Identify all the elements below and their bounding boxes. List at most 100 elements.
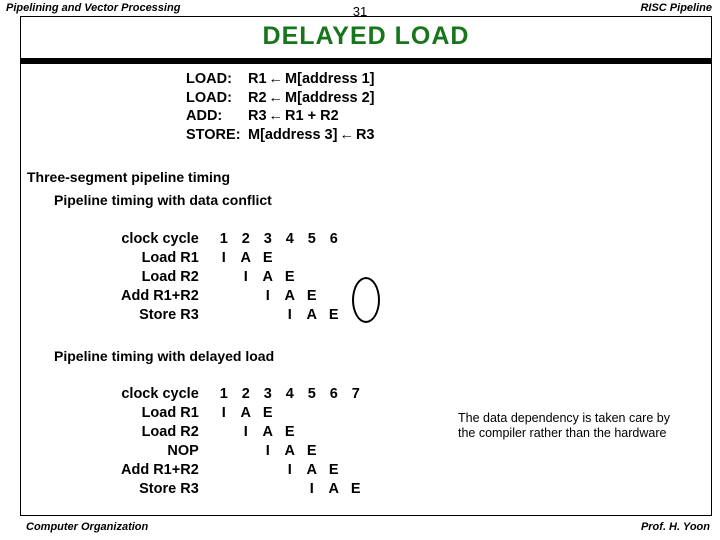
conflict-stage-cell	[235, 287, 257, 306]
delayed-stage-cell	[345, 423, 367, 442]
delayed-stage-cell	[213, 461, 235, 480]
delayed-stage-cell: A	[262, 424, 273, 440]
delayed-stage-cell: A	[328, 481, 339, 497]
instruction-label: LOAD:	[186, 89, 232, 106]
assign-arrow-icon: ←	[268, 108, 284, 125]
delayed-stage-cell: E	[284, 424, 295, 440]
instruction-row: STORE: M[address 3] ← R3	[186, 126, 375, 145]
delayed-stage-cell	[323, 442, 345, 461]
delayed-row: Add R1+R2 I A E	[121, 461, 367, 480]
conflict-stage-cell	[279, 249, 301, 268]
delayed-stage-cell	[301, 404, 323, 423]
delayed-cycle-number: 3	[263, 386, 272, 402]
conflict-row: Load R1 I A E	[121, 249, 345, 268]
conflict-row-label: Load R2	[141, 269, 199, 285]
delayed-stage-cell	[235, 480, 257, 499]
heading-data-conflict: Pipeline timing with data conflict	[54, 192, 272, 208]
instruction-src: R3	[355, 127, 375, 144]
heading-three-segment-pipeline-timing: Three-segment pipeline timing	[27, 169, 231, 185]
delayed-row: Store R3 I A E	[121, 480, 367, 499]
conflict-stage-cell	[213, 268, 235, 287]
conflict-header-row: clock cycle 1 2 3 4 5 6	[121, 230, 345, 249]
delayed-stage-cell	[213, 423, 235, 442]
delayed-row: NOP I A E	[121, 442, 367, 461]
instruction-label: STORE:	[186, 127, 241, 144]
data-conflict-ellipse-highlight	[352, 277, 380, 323]
delayed-cycle-number: 5	[307, 386, 316, 402]
delayed-cycle-number: 2	[241, 386, 250, 402]
annotation-data-dependency-note: The data dependency is taken care by the…	[458, 411, 670, 440]
instruction-listing: LOAD: R1 ← M[address 1] LOAD: R2 ← M[address 2…	[186, 70, 375, 145]
slide-canvas: Pipelining and Vector Processing 31 RISC…	[0, 0, 720, 540]
slide-content-frame: DELAYED LOAD LOAD: R1 ← M[address 1] LOAD: R…	[20, 16, 712, 516]
instruction-dest: M[address 3]	[248, 127, 338, 144]
conflict-stage-cell: E	[306, 288, 317, 304]
delayed-stage-cell: I	[287, 462, 292, 478]
conflict-stage-cell: I	[221, 250, 226, 266]
conflict-stage-cell	[323, 287, 345, 306]
conflict-stage-cell	[301, 268, 323, 287]
instruction-label: ADD:	[186, 108, 223, 125]
conflict-cycle-number: 2	[241, 231, 250, 247]
delayed-stage-cell	[213, 442, 235, 461]
conflict-stage-cell	[213, 287, 235, 306]
instruction-dest: R3	[248, 108, 267, 125]
assign-arrow-icon: ←	[268, 89, 284, 106]
delayed-header-row: clock cycle 1 2 3 4 5 6 7	[121, 385, 367, 404]
delayed-stage-cell	[279, 404, 301, 423]
conflict-row: Store R3 I A E	[121, 306, 345, 325]
conflict-stage-cell: A	[262, 269, 273, 285]
delayed-row: Load R2 I A E	[121, 423, 367, 442]
conflict-cycle-number: 1	[219, 231, 228, 247]
conflict-stage-cell	[323, 249, 345, 268]
delayed-stage-cell: I	[221, 405, 226, 421]
conflict-stage-cell	[257, 306, 279, 325]
instruction-label: LOAD:	[186, 71, 232, 87]
conflict-row-label: Load R1	[141, 250, 199, 266]
instruction-row: LOAD: R2 ← M[address 2]	[186, 89, 375, 108]
delayed-row-label: Load R2	[141, 424, 199, 440]
delayed-row-label: Store R3	[139, 481, 199, 497]
conflict-row: Load R2 I A E	[121, 268, 345, 287]
conflict-cycle-number: 3	[263, 231, 272, 247]
delayed-stage-cell	[345, 442, 367, 461]
delayed-header-label: clock cycle	[121, 386, 199, 402]
delayed-stage-cell	[257, 461, 279, 480]
delayed-cycle-number: 7	[351, 386, 360, 402]
delayed-stage-cell	[345, 404, 367, 423]
conflict-stage-cell	[213, 306, 235, 325]
conflict-stage-cell: I	[265, 288, 270, 304]
instruction-src: R1 + R2	[285, 108, 339, 125]
delayed-stage-cell: I	[309, 481, 314, 497]
delayed-stage-cell: A	[284, 443, 295, 459]
conflict-cycle-number: 6	[329, 231, 338, 247]
delayed-stage-cell	[235, 442, 257, 461]
delayed-stage-cell: I	[265, 443, 270, 459]
delayed-stage-cell: I	[243, 424, 248, 440]
delayed-row-label: Load R1	[141, 405, 199, 421]
conflict-stage-cell: A	[284, 288, 295, 304]
footer-book-title: Computer Organization	[26, 521, 149, 533]
delayed-row-label: Add R1+R2	[121, 462, 199, 478]
conflict-stage-cell: E	[284, 269, 295, 285]
delayed-row: Load R1 I A E	[121, 404, 367, 423]
delayed-stage-cell: A	[240, 405, 251, 421]
slide-title: DELAYED LOAD	[262, 22, 470, 50]
instruction-dest: R2	[248, 89, 267, 106]
delayed-stage-cell	[323, 404, 345, 423]
conflict-stage-cell: E	[262, 250, 273, 266]
conflict-stage-cell: E	[328, 307, 339, 323]
delayed-cycle-number: 6	[329, 386, 338, 402]
assign-arrow-icon: ←	[339, 127, 354, 144]
instruction-row: ADD: R3 ← R1 + R2	[186, 107, 375, 126]
conflict-stage-cell: I	[287, 307, 292, 323]
conflict-stage-cell: I	[243, 269, 248, 285]
conflict-header-label: clock cycle	[121, 231, 199, 247]
delayed-stage-cell	[213, 480, 235, 499]
heading-delayed-load: Pipeline timing with delayed load	[54, 348, 275, 364]
delayed-stage-cell	[323, 423, 345, 442]
delayed-stage-cell	[345, 461, 367, 480]
footer-author: Prof. H. Yoon	[640, 521, 710, 533]
instruction-dest: R1	[248, 71, 267, 87]
delayed-stage-cell: E	[306, 443, 317, 459]
